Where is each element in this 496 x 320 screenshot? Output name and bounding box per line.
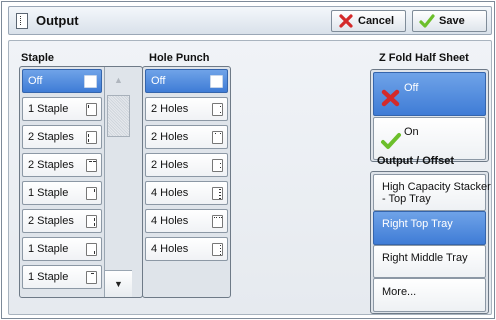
staple-top-right-icon	[86, 187, 97, 200]
scroll-down-button[interactable]: ▼	[105, 270, 132, 297]
scroll-up-button[interactable]: ▲	[105, 67, 132, 93]
save-button[interactable]: Save	[412, 10, 487, 32]
output-option-label: High Capacity Stacker - Top Tray	[382, 181, 491, 205]
cancel-label: Cancel	[358, 15, 395, 27]
cancel-button[interactable]: Cancel	[331, 10, 406, 32]
staple-option-label: 2 Staples	[28, 159, 74, 171]
hole-punch-option-4[interactable]: 4 Holes	[145, 181, 228, 205]
staple-position-none-icon	[84, 75, 97, 88]
staple-option-label: 2 Staples	[28, 215, 74, 227]
hole-punch-top-4-icon	[212, 215, 223, 228]
hole-punch-option-off[interactable]: Off	[145, 69, 228, 93]
z-fold-off-label: Off	[404, 82, 419, 94]
triangle-up-icon: ▲	[114, 75, 123, 85]
close-icon	[339, 14, 353, 28]
z-fold-off-button[interactable]: Off	[373, 72, 486, 116]
staple-top-center-icon	[86, 271, 97, 284]
hole-punch-list: Off 2 Holes 2 Holes 2 Holes 4 Holes 4 Ho	[142, 66, 231, 298]
close-icon	[381, 89, 400, 107]
hole-punch-option-6[interactable]: 4 Holes	[145, 237, 228, 261]
staple-option-label: 1 Staple	[28, 243, 69, 255]
hole-punch-heading: Hole Punch	[149, 52, 210, 64]
checkmark-icon	[419, 14, 435, 28]
staple-right-edge-icon	[86, 215, 97, 228]
staple-option-7[interactable]: 1 Staple	[22, 265, 102, 289]
output-offset-heading: Output / Offset	[377, 155, 454, 167]
output-screen: Output Cancel Save Staple Off 1 Staple 2…	[1, 1, 495, 319]
staple-option-2[interactable]: 2 Staples	[22, 125, 102, 149]
output-option-label: Right Middle Tray	[382, 252, 468, 264]
hole-punch-option-label: 2 Holes	[151, 131, 189, 143]
staple-scrollbar[interactable]: ▲ ▼	[104, 67, 132, 297]
hole-punch-option-5[interactable]: 4 Holes	[145, 209, 228, 233]
output-option-hcs-top-tray[interactable]: High Capacity Stacker - Top Tray	[373, 174, 491, 211]
staple-heading: Staple	[21, 52, 55, 64]
staple-list: Off 1 Staple 2 Staples 2 Staples 1 Stapl…	[19, 66, 143, 298]
staple-left-edge-icon	[86, 131, 97, 144]
scroll-thumb[interactable]	[107, 95, 130, 137]
staple-bottom-right-icon	[86, 243, 97, 256]
staple-option-4[interactable]: 1 Staple	[22, 181, 102, 205]
output-option-right-middle-tray[interactable]: Right Middle Tray	[373, 245, 486, 278]
hole-punch-option-1[interactable]: 2 Holes	[145, 97, 228, 121]
hole-punch-option-2[interactable]: 2 Holes	[145, 125, 228, 149]
staple-top-left-icon	[86, 103, 97, 116]
hole-punch-right-2-icon	[212, 159, 223, 172]
triangle-down-icon: ▼	[114, 279, 123, 289]
z-fold-on-label: On	[404, 126, 419, 138]
hole-punch-none-icon	[210, 75, 223, 88]
staple-option-label: 1 Staple	[28, 103, 69, 115]
hole-punch-option-label: 4 Holes	[151, 243, 189, 255]
output-option-label: Right Top Tray	[382, 218, 453, 230]
document-icon	[16, 13, 28, 29]
staple-option-off[interactable]: Off	[22, 69, 102, 93]
title-bar: Output Cancel Save	[8, 6, 492, 35]
staple-option-1[interactable]: 1 Staple	[22, 97, 102, 121]
hole-punch-option-label: 2 Holes	[151, 103, 189, 115]
staple-option-6[interactable]: 1 Staple	[22, 237, 102, 261]
checkmark-icon	[381, 133, 401, 149]
hole-punch-right-4b-icon	[212, 243, 223, 256]
hole-punch-option-label: 2 Holes	[151, 159, 189, 171]
save-label: Save	[439, 15, 465, 27]
hole-punch-option-label: Off	[151, 75, 166, 87]
output-option-label: More...	[382, 286, 417, 298]
output-offset-options: High Capacity Stacker - Top Tray Right T…	[370, 171, 491, 314]
staple-option-label: Off	[28, 75, 43, 87]
main-panel: Staple Off 1 Staple 2 Staples 2 Staples …	[8, 40, 492, 315]
staple-top-edge-icon	[86, 159, 97, 172]
hole-punch-option-3[interactable]: 2 Holes	[145, 153, 228, 177]
staple-option-label: 1 Staple	[28, 187, 69, 199]
hole-punch-option-label: 4 Holes	[151, 215, 189, 227]
page-title: Output	[36, 13, 79, 28]
hole-punch-option-label: 4 Holes	[151, 187, 189, 199]
hole-punch-right-4-icon	[212, 187, 223, 200]
staple-option-label: 2 Staples	[28, 131, 74, 143]
staple-option-3[interactable]: 2 Staples	[22, 153, 102, 177]
z-fold-options: Off On	[370, 69, 489, 162]
hole-punch-top-2-icon	[212, 131, 223, 144]
staple-option-label: 1 Staple	[28, 271, 69, 283]
staple-option-5[interactable]: 2 Staples	[22, 209, 102, 233]
z-fold-on-button[interactable]: On	[373, 117, 486, 160]
z-fold-heading: Z Fold Half Sheet	[379, 52, 469, 64]
hole-punch-left-2-icon	[212, 103, 223, 116]
output-option-more[interactable]: More...	[373, 278, 486, 312]
output-option-right-top-tray[interactable]: Right Top Tray	[373, 211, 486, 245]
